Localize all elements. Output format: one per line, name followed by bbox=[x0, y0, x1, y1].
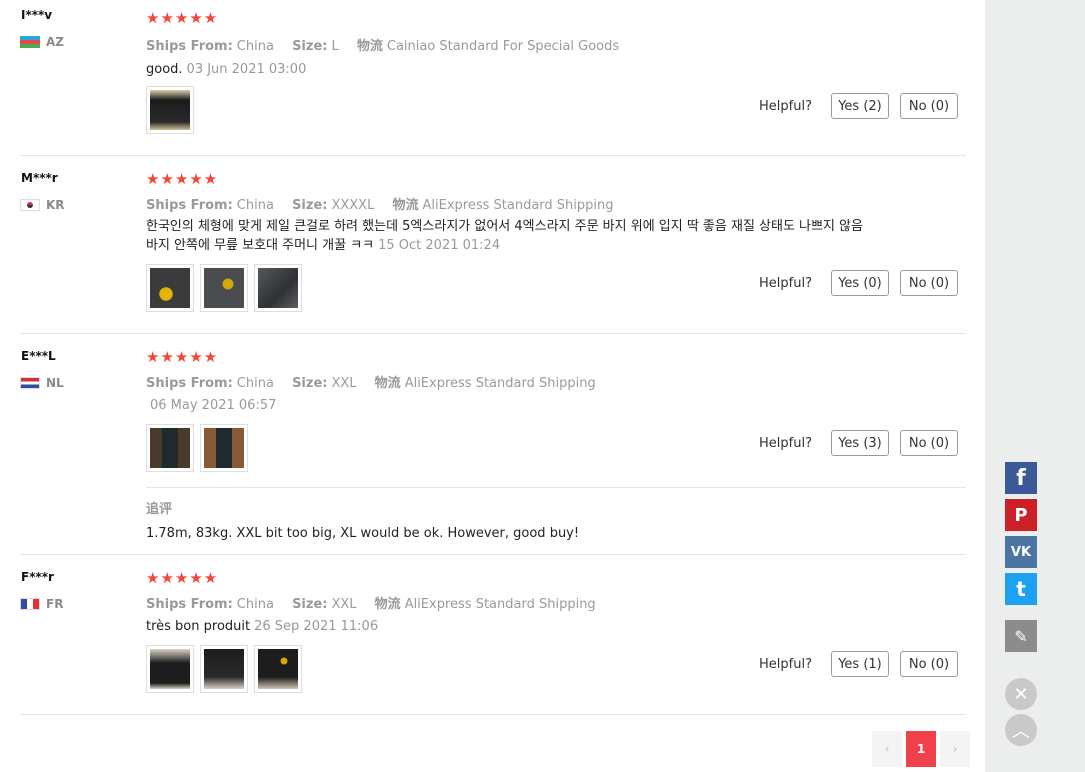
next-page-button[interactable]: › bbox=[940, 731, 970, 767]
review-photo[interactable] bbox=[200, 264, 248, 312]
star-rating: ★★★★★ bbox=[146, 348, 219, 366]
right-sidebar bbox=[985, 0, 1085, 772]
review-item: I***v AZ ★★★★★ Ships From: China Size: L 物… bbox=[20, 0, 966, 156]
helpful-no-button[interactable]: No (0) bbox=[900, 651, 958, 677]
facebook-share-icon[interactable]: f bbox=[1005, 462, 1037, 494]
reviewer-country: AZ bbox=[20, 35, 64, 49]
back-to-top-icon[interactable]: ︿ bbox=[1005, 714, 1037, 746]
flag-az-icon bbox=[20, 36, 40, 48]
review-date: 06 May 2021 06:57 bbox=[150, 398, 277, 413]
review-date: 15 Oct 2021 01:24 bbox=[378, 238, 501, 253]
review-photo[interactable] bbox=[146, 264, 194, 312]
review-date: 03 Jun 2021 03:00 bbox=[186, 62, 307, 77]
review-item: F***r FR ★★★★★ Ships From: China Size: XXL… bbox=[20, 555, 966, 715]
flag-nl-icon bbox=[20, 377, 40, 389]
star-rating: ★★★★★ bbox=[146, 569, 219, 587]
reviewer-country: NL bbox=[20, 376, 64, 390]
flag-kr-icon bbox=[20, 199, 40, 211]
review-meta: Ships From: China Size: XXL 物流 AliExpress S… bbox=[146, 597, 596, 612]
review-item: M***r KR ★★★★★ Ships From: China Size: XXX… bbox=[20, 156, 966, 334]
twitter-share-icon[interactable]: t bbox=[1005, 573, 1037, 605]
review-photo[interactable] bbox=[254, 645, 302, 693]
reviewer-name: I***v bbox=[21, 8, 53, 22]
review-text: 06 May 2021 06:57 bbox=[146, 396, 866, 415]
reviewer-name: F***r bbox=[21, 570, 54, 584]
review-item: E***L NL ★★★★★ Ships From: China Size: XXL… bbox=[20, 334, 966, 555]
review-text: très bon produit 26 Sep 2021 11:06 bbox=[146, 619, 379, 634]
reviews-panel: I***v AZ ★★★★★ Ships From: China Size: L 物… bbox=[0, 0, 985, 772]
review-photos bbox=[146, 264, 302, 312]
review-text: good. 03 Jun 2021 03:00 bbox=[146, 62, 307, 77]
review-meta: Ships From: China Size: L 物流 Cainiao Standa… bbox=[146, 39, 620, 54]
review-date: 26 Sep 2021 11:06 bbox=[254, 619, 379, 634]
reviewer-country: FR bbox=[20, 597, 63, 611]
reviewer-name: M***r bbox=[21, 171, 58, 185]
helpful-vote: Helpful? Yes (0) No (0) bbox=[759, 270, 958, 296]
reviewer-name: E***L bbox=[21, 349, 56, 363]
review-photos bbox=[146, 424, 248, 472]
helpful-vote: Helpful? Yes (1) No (0) bbox=[759, 651, 958, 677]
review-meta: Ships From: China Size: XXL 物流 AliExpress S… bbox=[146, 376, 596, 391]
star-rating: ★★★★★ bbox=[146, 9, 219, 27]
prev-page-button[interactable]: ‹ bbox=[872, 731, 902, 767]
flag-fr-icon bbox=[20, 598, 40, 610]
review-photo[interactable] bbox=[200, 645, 248, 693]
followup-text: 1.78m, 83kg. XXL bit too big, XL would b… bbox=[146, 526, 580, 541]
helpful-vote: Helpful? Yes (3) No (0) bbox=[759, 430, 958, 456]
vk-share-icon[interactable]: VK bbox=[1005, 536, 1037, 568]
review-photo[interactable] bbox=[146, 645, 194, 693]
review-photos bbox=[146, 645, 302, 693]
helpful-no-button[interactable]: No (0) bbox=[900, 270, 958, 296]
review-meta: Ships From: China Size: XXXXL 物流 AliExpress… bbox=[146, 198, 614, 213]
followup-review: 追评 1.78m, 83kg. XXL bit too big, XL woul… bbox=[146, 487, 966, 554]
helpful-no-button[interactable]: No (0) bbox=[900, 93, 958, 119]
helpful-yes-button[interactable]: Yes (1) bbox=[831, 651, 889, 677]
review-photo[interactable] bbox=[146, 424, 194, 472]
close-icon[interactable]: ✕ bbox=[1005, 678, 1037, 710]
review-photo[interactable] bbox=[200, 424, 248, 472]
review-photos bbox=[146, 86, 194, 134]
edit-icon[interactable]: ✎ bbox=[1005, 620, 1037, 652]
review-photo[interactable] bbox=[254, 264, 302, 312]
helpful-yes-button[interactable]: Yes (2) bbox=[831, 93, 889, 119]
pinterest-share-icon[interactable]: P bbox=[1005, 499, 1037, 531]
helpful-no-button[interactable]: No (0) bbox=[900, 430, 958, 456]
pagination: ‹ 1 › bbox=[872, 731, 970, 767]
star-rating: ★★★★★ bbox=[146, 170, 219, 188]
helpful-yes-button[interactable]: Yes (3) bbox=[831, 430, 889, 456]
review-photo[interactable] bbox=[146, 86, 194, 134]
review-text: 한국인의 체형에 맞게 제일 큰걸로 하려 했는데 5엑스라지가 없어서 4엑스… bbox=[146, 219, 863, 253]
page-1-button[interactable]: 1 bbox=[906, 731, 936, 767]
helpful-vote: Helpful? Yes (2) No (0) bbox=[759, 93, 958, 119]
reviewer-country: KR bbox=[20, 198, 65, 212]
helpful-yes-button[interactable]: Yes (0) bbox=[831, 270, 889, 296]
followup-title: 追评 bbox=[146, 502, 173, 517]
